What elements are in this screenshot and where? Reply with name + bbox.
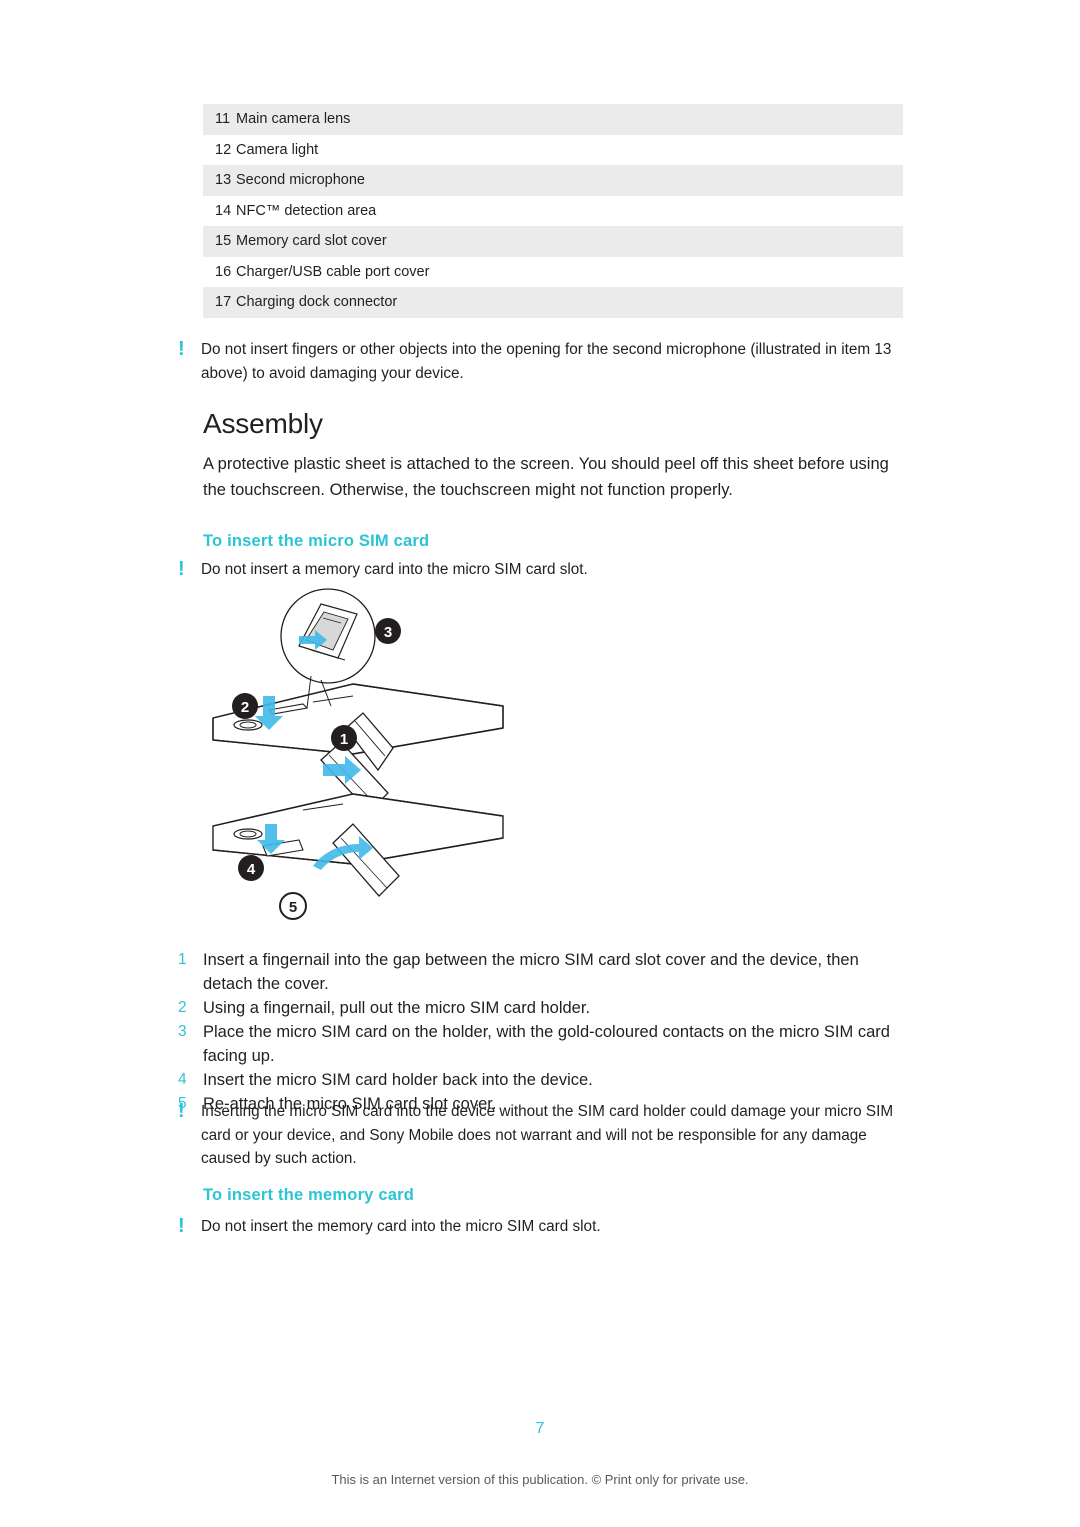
table-cell-label: Memory card slot cover (236, 233, 387, 250)
section-heading-insert-sim: To insert the micro SIM card (203, 532, 430, 550)
parts-table: 11 Main camera lens 12 Camera light 13 S… (203, 104, 903, 318)
callout-1: 1 (340, 731, 348, 748)
table-cell-label: Charging dock connector (236, 294, 398, 311)
table-cell-number: 13 (215, 172, 232, 189)
note-text: Inserting the micro SIM card into the de… (201, 1103, 894, 1167)
steps-list: 1 Insert a fingernail into the gap betwe… (175, 948, 905, 1116)
exclamation-icon: ! (178, 1100, 185, 1122)
section-heading-insert-memory: To insert the memory card (203, 1186, 415, 1204)
step-text: Place the micro SIM card on the holder, … (203, 1023, 890, 1065)
page-title: Assembly (203, 408, 323, 439)
table-cell-label: Charger/USB cable port cover (236, 263, 430, 280)
step-number: 2 (178, 999, 187, 1016)
document-page: 11 Main camera lens 12 Camera light 13 S… (0, 0, 1080, 1527)
table-row: 15 Memory card slot cover (203, 226, 903, 257)
exclamation-icon: ! (178, 1215, 185, 1237)
warning-note: ! Do not insert fingers or other objects… (175, 338, 905, 385)
table-row: 17 Charging dock connector (203, 287, 903, 318)
warning-note: ! Do not insert a memory card into the m… (175, 558, 905, 582)
table-cell-number: 12 (215, 141, 232, 158)
note-text: Do not insert the memory card into the m… (201, 1218, 601, 1235)
table-cell-number: 15 (215, 233, 232, 250)
exclamation-icon: ! (178, 558, 185, 580)
sim-insertion-illustration: 3 2 1 4 5 (203, 588, 623, 933)
step-text: Insert a fingernail into the gap between… (203, 951, 859, 993)
callout-4: 4 (247, 861, 256, 878)
list-item: 4 Insert the micro SIM card holder back … (175, 1068, 905, 1092)
list-item: 1 Insert a fingernail into the gap betwe… (175, 948, 905, 996)
list-item: 2 Using a fingernail, pull out the micro… (175, 996, 905, 1020)
warning-note: ! Do not insert the memory card into the… (175, 1215, 905, 1239)
page-number: 7 (535, 1420, 545, 1437)
table-row: 11 Main camera lens (203, 104, 903, 135)
table-row: 13 Second microphone (203, 165, 903, 196)
step-number: 4 (178, 1071, 187, 1088)
table-cell-label: Camera light (236, 141, 319, 158)
table-cell-label: Second microphone (236, 172, 365, 189)
callout-3: 3 (384, 624, 392, 641)
note-text: Do not insert a memory card into the mic… (201, 561, 588, 578)
list-item: 3 Place the micro SIM card on the holder… (175, 1020, 905, 1068)
warning-note: ! Inserting the micro SIM card into the … (175, 1100, 905, 1171)
footer-note: This is an Internet version of this publ… (331, 1472, 749, 1487)
intro-paragraph: A protective plastic sheet is attached t… (203, 455, 889, 499)
table-row: 14 NFC™ detection area (203, 196, 903, 227)
table-cell-label: Main camera lens (236, 111, 351, 128)
callout-2: 2 (241, 699, 249, 716)
step-number: 3 (178, 1023, 187, 1040)
step-text: Insert the micro SIM card holder back in… (203, 1071, 593, 1089)
table-row: 12 Camera light (203, 135, 903, 166)
table-cell-number: 11 (215, 111, 231, 128)
callout-5: 5 (289, 899, 297, 916)
table-cell-label: NFC™ detection area (236, 202, 377, 219)
table-cell-number: 17 (215, 294, 232, 311)
exclamation-icon: ! (178, 338, 185, 360)
table-cell-number: 14 (215, 202, 232, 219)
note-text: Do not insert fingers or other objects i… (201, 341, 892, 382)
step-text: Using a fingernail, pull out the micro S… (203, 999, 591, 1017)
table-row: 16 Charger/USB cable port cover (203, 257, 903, 288)
table-cell-number: 16 (215, 263, 232, 280)
step-number: 1 (178, 951, 187, 968)
